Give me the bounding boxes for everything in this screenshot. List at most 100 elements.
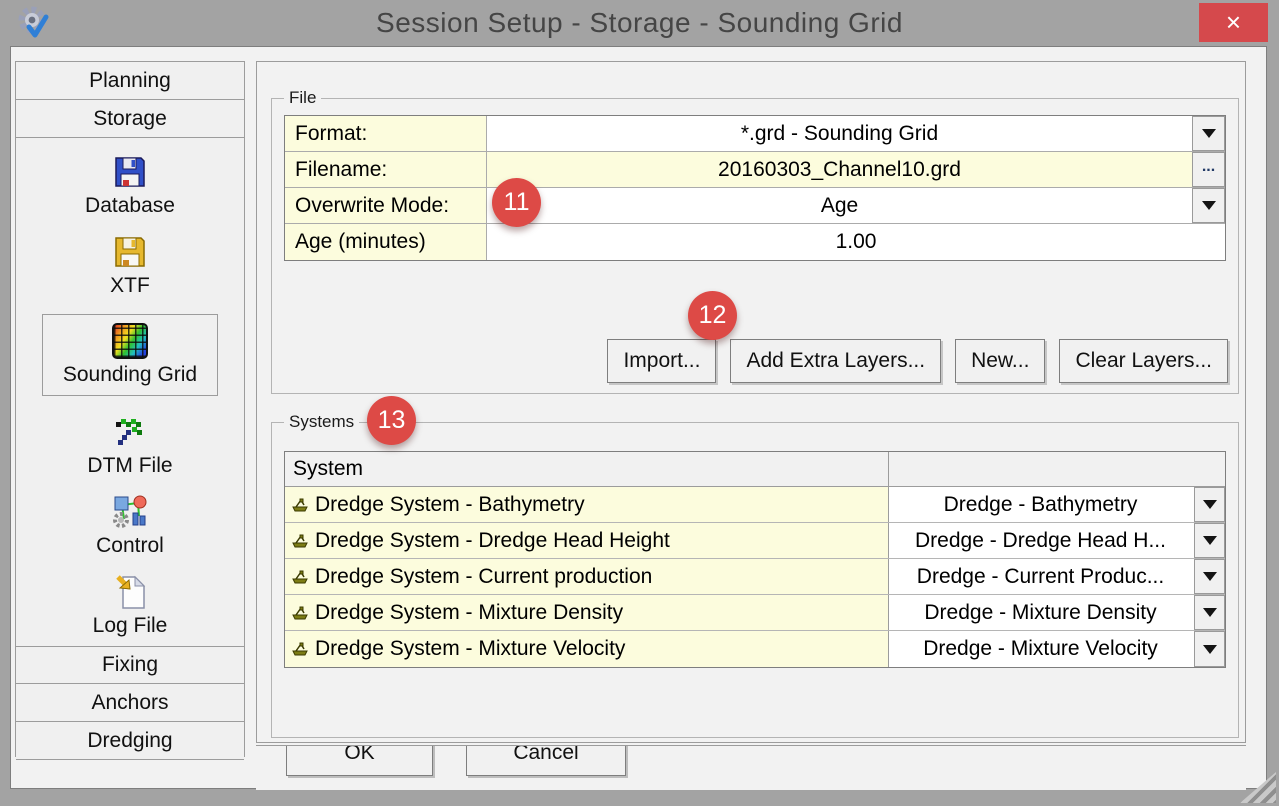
table-row: Dredge System - Dredge Head Height Dredg… — [285, 523, 1225, 559]
sidebar-item-label: Database — [85, 194, 175, 218]
age-minutes-label: Age (minutes) — [285, 224, 487, 260]
dredge-system-icon — [292, 534, 308, 548]
add-extra-layers-button[interactable]: Add Extra Layers... — [730, 339, 941, 383]
layer-select[interactable]: Dredge - Bathymetry — [889, 487, 1225, 522]
format-dropdown-button[interactable] — [1192, 116, 1225, 151]
sidebar-item-dtm-file[interactable]: DTM File — [87, 412, 172, 478]
format-row: Format: *.grd - Sounding Grid — [285, 116, 1225, 152]
filename-label: Filename: — [285, 152, 487, 187]
system-cell[interactable]: Dredge System - Mixture Density — [285, 595, 889, 630]
file-group-title: File — [284, 88, 321, 108]
sidebar-item-xtf[interactable]: XTF — [110, 232, 150, 298]
overwrite-mode-dropdown-button[interactable] — [1192, 188, 1225, 223]
dredge-system-icon — [292, 642, 308, 656]
layer-value: Dredge - Dredge Head H... — [915, 529, 1166, 553]
table-row: Dredge System - Mixture Velocity Dredge … — [285, 631, 1225, 667]
ellipsis-icon: ... — [1202, 162, 1215, 172]
layer-dropdown-button[interactable] — [1194, 523, 1225, 558]
format-value[interactable]: *.grd - Sounding Grid — [487, 116, 1192, 151]
system-column-header: System — [285, 452, 889, 486]
overwrite-mode-value[interactable]: Age — [487, 188, 1192, 223]
system-cell[interactable]: Dredge System - Dredge Head Height — [285, 523, 889, 558]
sidebar-item-label: Sounding Grid — [63, 363, 197, 387]
session-setup-window: Session Setup - Storage - Sounding Grid … — [0, 0, 1279, 806]
ok-button-label: OK — [344, 745, 374, 765]
sidebar-storage-sublist: Database XTF — [16, 138, 244, 646]
sidebar-item-fixing[interactable]: Fixing — [16, 646, 244, 684]
file-buttons-row: Import... Add Extra Layers... New... Cle… — [607, 339, 1228, 383]
sidebar-item-label: Log File — [93, 614, 168, 638]
new-button[interactable]: New... — [955, 339, 1045, 383]
floppy-disk-blue-icon — [113, 152, 147, 192]
layer-select[interactable]: Dredge - Dredge Head H... — [889, 523, 1225, 558]
dialog-body: Planning Storage Database — [10, 46, 1267, 789]
chevron-down-icon — [1203, 536, 1217, 545]
file-field-table: Format: *.grd - Sounding Grid Filename: … — [284, 115, 1226, 261]
close-button[interactable]: × — [1199, 3, 1268, 42]
layer-dropdown-button[interactable] — [1194, 631, 1225, 667]
layer-value: Dredge - Current Produc... — [917, 565, 1164, 589]
cancel-button-label: Cancel — [513, 745, 578, 765]
layer-dropdown-button[interactable] — [1194, 595, 1225, 630]
table-row: Dredge System - Mixture Density Dredge -… — [285, 595, 1225, 631]
system-cell[interactable]: Dredge System - Bathymetry — [285, 487, 889, 522]
chevron-down-icon — [1202, 129, 1216, 138]
layer-dropdown-button[interactable] — [1194, 487, 1225, 522]
chevron-down-icon — [1203, 500, 1217, 509]
chevron-down-icon — [1203, 608, 1217, 617]
filename-value[interactable]: 20160303_Channel10.grd — [487, 152, 1192, 187]
sidebar-item-sounding-grid[interactable]: Sounding Grid — [42, 314, 218, 396]
ok-button[interactable]: OK — [286, 745, 433, 776]
annotation-badge-12: 12 — [688, 291, 737, 340]
layer-value: Dredge - Mixture Density — [924, 601, 1156, 625]
dredge-system-icon — [292, 498, 308, 512]
layer-value: Dredge - Bathymetry — [944, 493, 1138, 517]
system-cell[interactable]: Dredge System - Current production — [285, 559, 889, 594]
layer-column-header — [889, 452, 1225, 486]
sidebar-item-label: DTM File — [87, 454, 172, 478]
dredge-system-icon — [292, 570, 308, 584]
systems-group: Systems System Dredge System - Bathymetr… — [271, 422, 1239, 738]
titlebar: Session Setup - Storage - Sounding Grid … — [0, 0, 1279, 46]
annotation-badge-13: 13 — [367, 396, 416, 445]
layer-value: Dredge - Mixture Velocity — [923, 637, 1158, 661]
sidebar-item-label: XTF — [110, 274, 150, 298]
sidebar-item-storage[interactable]: Storage — [16, 100, 244, 138]
import-button[interactable]: Import... — [607, 339, 716, 383]
layer-select[interactable]: Dredge - Current Produc... — [889, 559, 1225, 594]
format-label: Format: — [285, 116, 487, 151]
layer-select[interactable]: Dredge - Mixture Density — [889, 595, 1225, 630]
table-row: Dredge System - Current production Dredg… — [285, 559, 1225, 595]
floppy-disk-yellow-icon — [113, 232, 147, 272]
layer-select[interactable]: Dredge - Mixture Velocity — [889, 631, 1225, 667]
systems-table: System Dredge System - Bathymetry Dredge… — [284, 451, 1226, 668]
sidebar-item-planning[interactable]: Planning — [16, 62, 244, 100]
file-group: File Format: *.grd - Sounding Grid Filen… — [271, 98, 1239, 394]
age-minutes-value[interactable]: 1.00 — [487, 224, 1225, 260]
system-cell[interactable]: Dredge System - Mixture Velocity — [285, 631, 889, 667]
window-title: Session Setup - Storage - Sounding Grid — [0, 0, 1279, 46]
age-minutes-row: Age (minutes) 1.00 — [285, 224, 1225, 260]
sidebar-item-anchors[interactable]: Anchors — [16, 684, 244, 722]
sidebar-item-database[interactable]: Database — [85, 152, 175, 218]
system-name: Dredge System - Dredge Head Height — [315, 529, 670, 553]
overwrite-mode-row: Overwrite Mode: Age — [285, 188, 1225, 224]
filename-row: Filename: 20160303_Channel10.grd ... — [285, 152, 1225, 188]
filename-browse-button[interactable]: ... — [1192, 152, 1225, 187]
clear-layers-button[interactable]: Clear Layers... — [1059, 339, 1228, 383]
cancel-button[interactable]: Cancel — [466, 745, 626, 776]
dtm-terrain-icon — [110, 412, 150, 452]
control-nodes-icon — [112, 492, 148, 532]
sidebar-item-label: Control — [96, 534, 164, 558]
chevron-down-icon — [1203, 645, 1217, 654]
layer-dropdown-button[interactable] — [1194, 559, 1225, 594]
systems-table-header: System — [285, 452, 1225, 487]
system-name: Dredge System - Mixture Density — [315, 601, 623, 625]
sidebar-item-log-file[interactable]: Log File — [93, 572, 168, 638]
systems-group-title: Systems — [284, 412, 359, 432]
system-name: Dredge System - Mixture Velocity — [315, 637, 625, 661]
table-row: Dredge System - Bathymetry Dredge - Bath… — [285, 487, 1225, 523]
sidebar-item-control[interactable]: Control — [96, 492, 164, 558]
system-name: Dredge System - Bathymetry — [315, 493, 585, 517]
sidebar-item-dredging[interactable]: Dredging — [16, 722, 244, 760]
